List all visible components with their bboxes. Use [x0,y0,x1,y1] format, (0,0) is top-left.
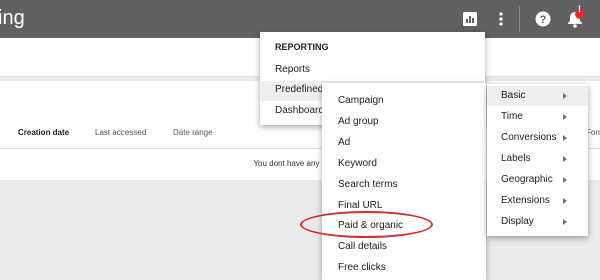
column-partial[interactable]: Forn [586,128,600,137]
column-date-range[interactable]: Date range [173,128,213,137]
submenu-item-campaign[interactable]: Campaign [338,95,384,106]
menu-item-predefined[interactable]: Predefined [275,84,323,95]
column-last-accessed[interactable]: Last accessed [95,128,146,137]
chevron-right-icon [563,177,567,183]
submenu-item-ad-group[interactable]: Ad group [338,116,379,127]
page-title: ing [0,7,25,29]
submenu-item-labels[interactable]: Labels [501,153,530,164]
submenu-item-display[interactable]: Display [501,216,534,227]
more-vert-icon[interactable] [494,0,508,38]
menu-item-reports[interactable]: Reports [275,64,310,75]
submenu-item-geographic[interactable]: Geographic [501,174,553,185]
help-icon[interactable]: ? [534,0,552,38]
notification-badge: ! [578,4,581,14]
submenu-item-free-clicks[interactable]: Free clicks [338,262,386,273]
chevron-right-icon [563,219,567,225]
submenu-item-ad[interactable]: Ad [338,137,350,148]
submenu-item-conversions[interactable]: Conversions [501,132,557,143]
submenu-item-time[interactable]: Time [501,111,523,122]
submenu-item-final-url[interactable]: Final URL [338,200,382,211]
chevron-right-icon [563,114,567,120]
highlight-annotation [300,211,433,238]
reporting-heading: REPORTING [275,42,329,52]
basic-submenu: Basic Time Conversions Labels Geographic… [487,84,588,236]
column-creation-date[interactable]: Creation date [18,128,69,137]
svg-text:?: ? [540,14,547,26]
chevron-right-icon [563,93,567,99]
toolbar-divider [519,6,520,32]
notifications-icon[interactable]: ! [564,0,586,38]
chevron-right-icon [563,156,567,162]
submenu-item-keyword[interactable]: Keyword [338,158,377,169]
submenu-item-basic[interactable]: Basic [501,90,525,101]
submenu-item-call-details[interactable]: Call details [338,241,387,252]
submenu-item-extensions[interactable]: Extensions [501,195,550,206]
chevron-right-icon [563,198,567,204]
chevron-right-icon [563,135,567,141]
predefined-submenu: Campaign Ad group Ad Keyword Search term… [322,83,486,280]
submenu-item-search-terms[interactable]: Search terms [338,179,397,190]
menu-item-dashboard[interactable]: Dashboard [275,105,324,116]
